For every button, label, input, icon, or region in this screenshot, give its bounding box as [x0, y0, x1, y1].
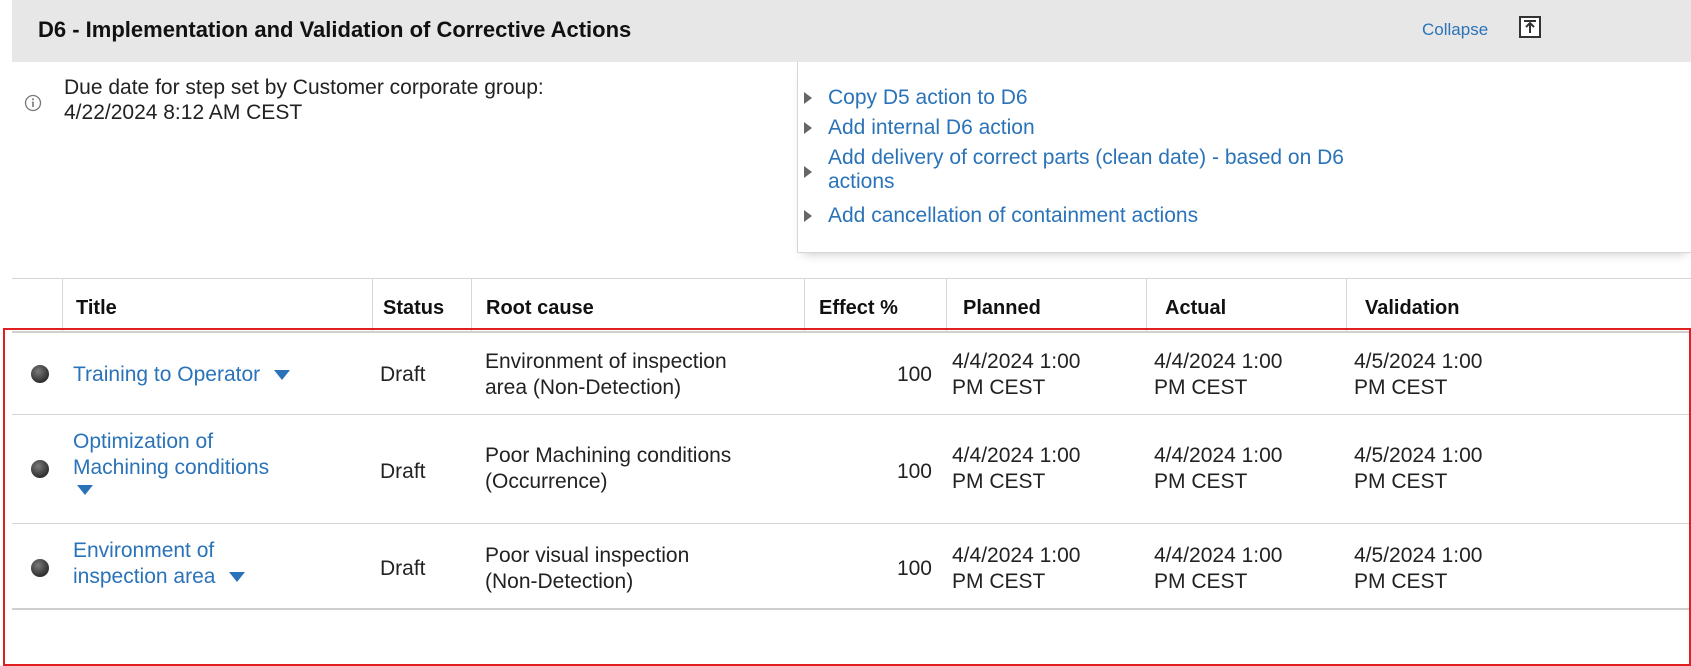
- actions-box: Copy D5 action to D6 Add internal D6 act…: [797, 62, 1691, 253]
- table-row[interactable]: Optimization of Machining conditions Dra…: [12, 415, 1691, 524]
- triangle-right-icon: [804, 122, 812, 134]
- triangle-right-icon: [804, 92, 812, 104]
- column-header-status[interactable]: Status: [372, 279, 471, 331]
- action-title-link-line2[interactable]: inspection area: [73, 565, 215, 588]
- row-planned: 4/4/2024 1:00 PM CEST: [952, 444, 1081, 493]
- add-delivery-correct-parts-link[interactable]: Add delivery of correct parts (clean dat…: [804, 146, 1344, 194]
- row-validation: 4/5/2024 1:00 PM CEST: [1354, 444, 1483, 493]
- collapse-arrow-icon[interactable]: [1519, 16, 1541, 38]
- row-effect: 100: [896, 557, 932, 580]
- panel-title: D6 - Implementation and Validation of Co…: [38, 17, 632, 42]
- table-row[interactable]: Training to Operator Draft Environment o…: [12, 330, 1691, 415]
- row-planned: 4/4/2024 1:00 PM CEST: [952, 350, 1081, 399]
- add-internal-d6-action-link[interactable]: Add internal D6 action: [804, 116, 1035, 140]
- column-header-validation[interactable]: Validation: [1346, 279, 1691, 331]
- column-header-effect[interactable]: Effect %: [804, 279, 946, 331]
- status-dot-icon: [31, 460, 49, 478]
- triangle-right-icon: [804, 166, 812, 178]
- collapse-link[interactable]: Collapse: [1422, 20, 1488, 40]
- row-root-cause: Environment of inspection area (Non-Dete…: [485, 350, 727, 399]
- action-title-link[interactable]: Training to Operator: [73, 363, 260, 386]
- d6-panel: D6 - Implementation and Validation of Co…: [12, 0, 1691, 666]
- dropdown-caret-icon[interactable]: [77, 485, 93, 495]
- actions-table: Title Status Root cause Effect % Planned…: [12, 278, 1691, 666]
- add-cancellation-containment-link[interactable]: Add cancellation of containment actions: [804, 204, 1198, 228]
- status-dot-icon: [31, 365, 49, 383]
- action-title-link[interactable]: Environment of: [73, 538, 245, 564]
- row-validation: 4/5/2024 1:00 PM CEST: [1354, 350, 1483, 399]
- row-effect: 100: [896, 363, 932, 386]
- row-status: Draft: [380, 460, 426, 483]
- column-header-title[interactable]: Title: [62, 279, 372, 331]
- column-header-root-cause[interactable]: Root cause: [471, 279, 804, 331]
- row-actual: 4/4/2024 1:00 PM CEST: [1154, 350, 1283, 399]
- row-title: Environment of inspection area: [73, 538, 246, 590]
- copy-d5-action-link[interactable]: Copy D5 action to D6: [804, 86, 1028, 110]
- row-planned: 4/4/2024 1:00 PM CEST: [952, 544, 1081, 593]
- row-title: Training to Operator: [73, 362, 291, 388]
- due-date-label: Due date for step set by Customer corpor…: [64, 76, 544, 99]
- row-actual: 4/4/2024 1:00 PM CEST: [1154, 544, 1283, 593]
- row-status: Draft: [380, 557, 426, 580]
- table-header: Title Status Root cause Effect % Planned…: [12, 278, 1691, 333]
- row-title: Optimization of Machining conditions: [73, 429, 269, 495]
- dropdown-caret-icon[interactable]: [274, 370, 291, 381]
- table-row[interactable]: Environment of inspection area Draft Poo…: [12, 524, 1691, 610]
- column-header-planned[interactable]: Planned: [946, 279, 1146, 331]
- row-root-cause: Poor Machining conditions (Occurrence): [485, 444, 732, 493]
- action-title-link-line2[interactable]: Machining conditions: [73, 455, 269, 481]
- row-root-cause: Poor visual inspection (Non-Detection): [485, 544, 690, 593]
- info-area: Due date for step set by Customer corpor…: [12, 62, 1691, 278]
- dropdown-caret-icon[interactable]: [229, 572, 246, 583]
- row-status: Draft: [380, 363, 426, 386]
- panel-header: D6 - Implementation and Validation of Co…: [12, 0, 1691, 63]
- triangle-right-icon: [804, 210, 812, 222]
- column-header-actual[interactable]: Actual: [1146, 279, 1346, 331]
- info-icon: [24, 94, 42, 112]
- row-actual: 4/4/2024 1:00 PM CEST: [1154, 444, 1283, 493]
- column-header-marker: [12, 279, 62, 331]
- status-dot-icon: [31, 559, 49, 577]
- due-date-value: 4/22/2024 8:12 AM CEST: [64, 101, 303, 124]
- row-effect: 100: [896, 460, 932, 483]
- action-title-link[interactable]: Optimization of: [73, 429, 269, 455]
- row-validation: 4/5/2024 1:00 PM CEST: [1354, 544, 1483, 593]
